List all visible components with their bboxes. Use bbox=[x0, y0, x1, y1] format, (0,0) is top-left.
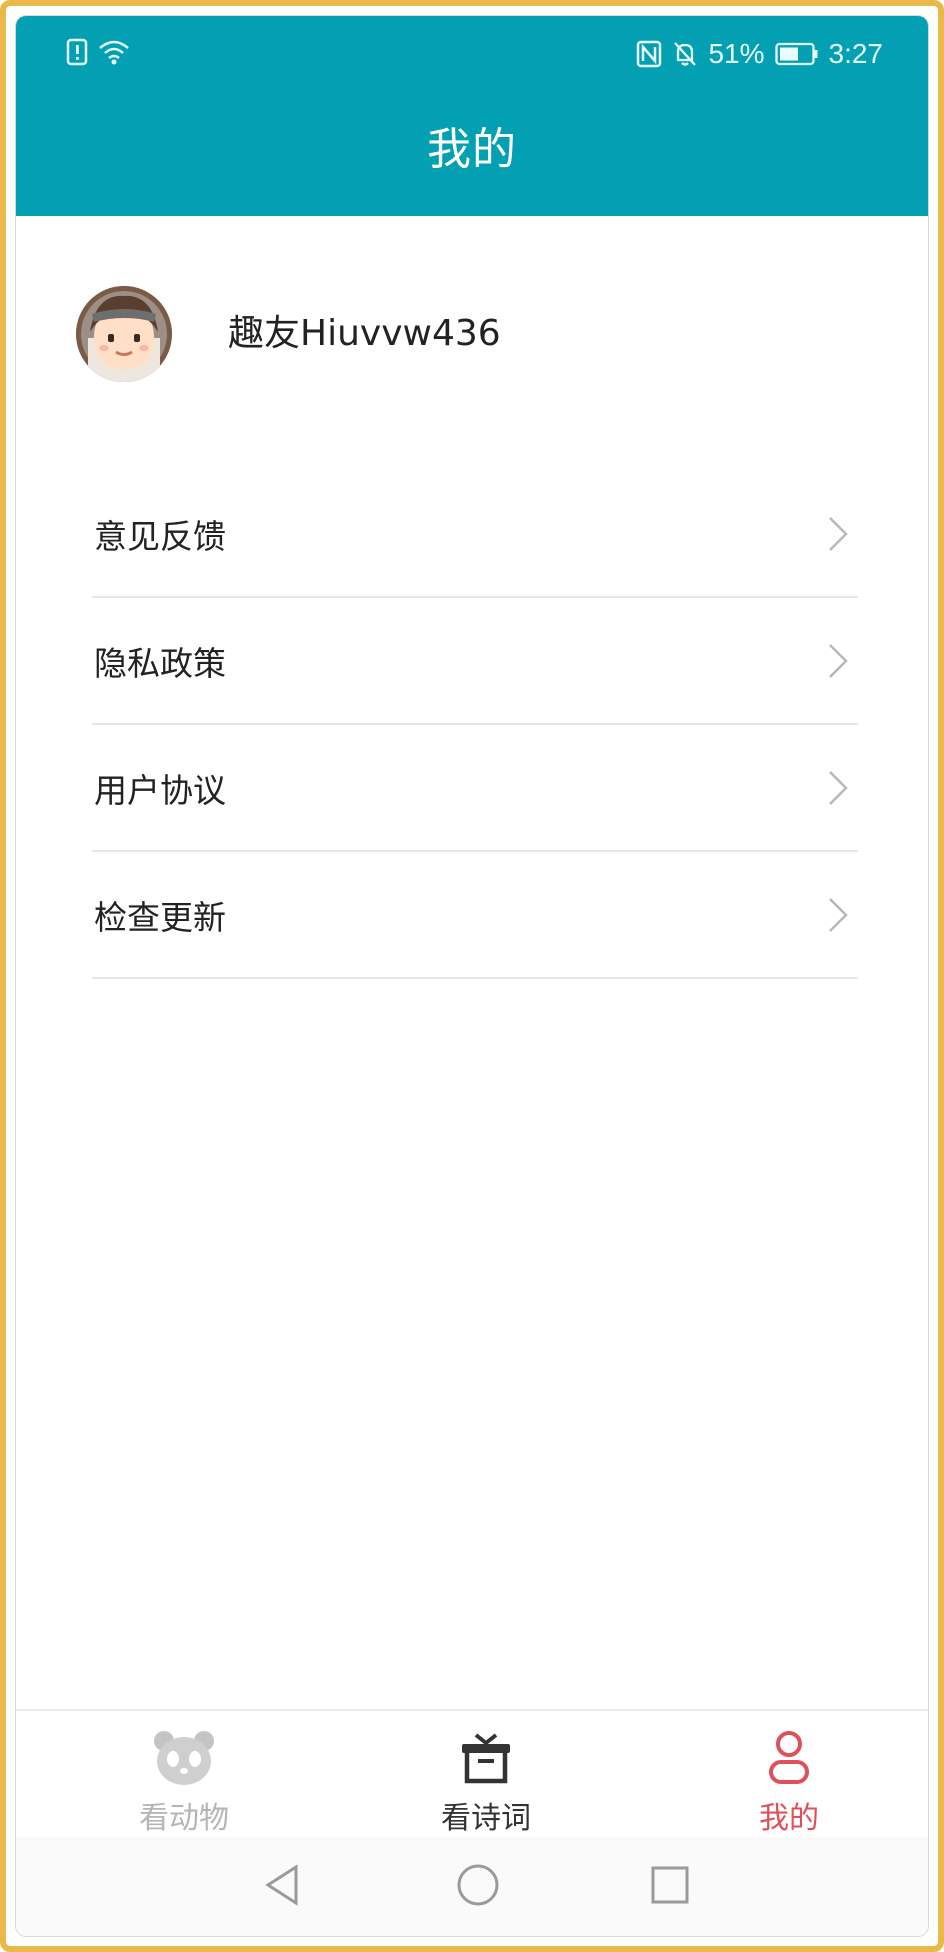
panda-icon bbox=[154, 1731, 214, 1785]
menu-item-feedback[interactable]: 意见反馈 bbox=[92, 471, 858, 598]
status-time: 3:27 bbox=[828, 38, 884, 69]
status-bar: 51% 3:27 bbox=[16, 38, 928, 74]
chevron-right-icon bbox=[829, 516, 848, 551]
tab-label: 我的 bbox=[759, 1801, 819, 1836]
phone-screen: 51% 3:27 我的 趣友Hiuvvw436 意见反馈 隐私政策 用户协议 检… bbox=[16, 16, 928, 1936]
home-circle-icon[interactable] bbox=[454, 1861, 502, 1909]
wifi-icon bbox=[99, 40, 129, 65]
status-left-icons bbox=[66, 38, 130, 66]
status-right-icons: 51% 3:27 bbox=[636, 38, 883, 70]
back-triangle-icon[interactable] bbox=[258, 1861, 306, 1909]
settings-menu: 意见反馈 隐私政策 用户协议 检查更新 bbox=[92, 471, 858, 979]
mute-bell-icon bbox=[674, 42, 697, 66]
tab-mine[interactable]: 我的 bbox=[719, 1729, 859, 1839]
profile-section[interactable]: 趣友Hiuvvw436 bbox=[16, 216, 928, 416]
nfc-icon bbox=[637, 40, 662, 68]
chevron-right-icon bbox=[829, 770, 848, 805]
menu-item-label: 用户协议 bbox=[94, 770, 226, 810]
system-nav-bar bbox=[16, 1837, 928, 1936]
bottom-tab-bar: 看动物 看诗词 我的 bbox=[16, 1709, 928, 1851]
menu-item-label: 检查更新 bbox=[94, 897, 226, 937]
screenshot-frame: 51% 3:27 我的 趣友Hiuvvw436 意见反馈 隐私政策 用户协议 检… bbox=[0, 0, 944, 1952]
sim-alert-icon bbox=[66, 38, 88, 66]
page-title: 我的 bbox=[427, 124, 517, 175]
tab-label: 看动物 bbox=[139, 1801, 229, 1836]
menu-item-check-update[interactable]: 检查更新 bbox=[92, 852, 858, 979]
menu-item-privacy[interactable]: 隐私政策 bbox=[92, 598, 858, 725]
recents-square-icon[interactable] bbox=[646, 1861, 694, 1909]
avatar[interactable] bbox=[76, 286, 172, 382]
avatar-face-icon bbox=[76, 286, 172, 382]
chevron-right-icon bbox=[829, 643, 848, 678]
menu-item-label: 隐私政策 bbox=[94, 643, 226, 683]
battery-icon bbox=[774, 42, 817, 66]
chevron-right-icon bbox=[829, 897, 848, 932]
tab-animals[interactable]: 看动物 bbox=[114, 1729, 254, 1839]
menu-item-label: 意见反馈 bbox=[94, 516, 226, 556]
username: 趣友Hiuvvw436 bbox=[228, 313, 501, 354]
app-header: 51% 3:27 我的 bbox=[16, 16, 928, 216]
battery-percent: 51% bbox=[708, 38, 765, 69]
user-icon bbox=[769, 1731, 809, 1784]
tab-label: 看诗词 bbox=[441, 1801, 531, 1836]
gift-icon bbox=[462, 1733, 510, 1784]
tab-poetry[interactable]: 看诗词 bbox=[416, 1729, 556, 1839]
menu-item-agreement[interactable]: 用户协议 bbox=[92, 725, 858, 852]
